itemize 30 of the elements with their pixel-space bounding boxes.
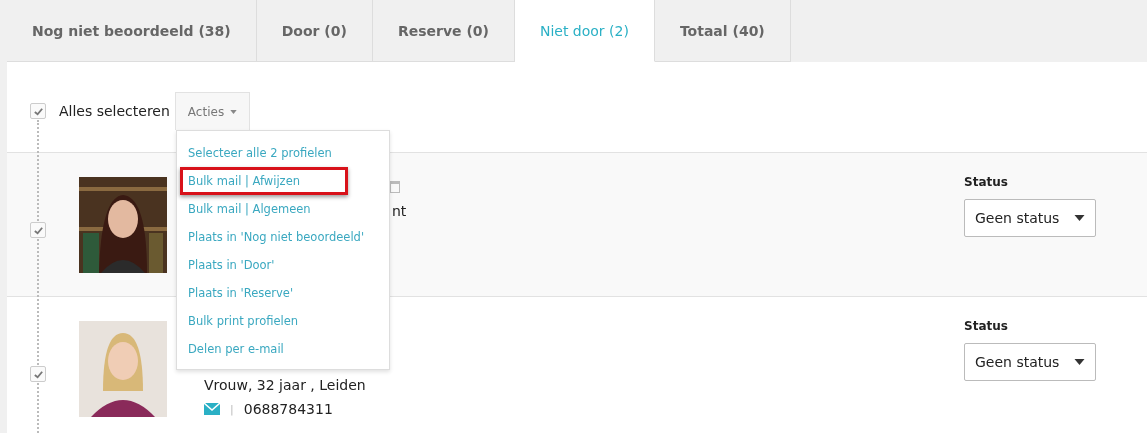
menu-item[interactable]: Selecteer alle 2 profielen [177,139,389,167]
checkbox[interactable] [30,222,46,238]
select-all-label: Alles selecteren [59,103,170,119]
status-dropdown[interactable]: Geen status [964,343,1096,381]
menu-item[interactable]: Plaats in 'Reserve' [177,279,389,307]
candidate-details: Vrouw, 32 jaar , Leiden [204,377,367,393]
status-label: Status [964,175,1009,189]
caret-icon [1074,359,1085,365]
mail-icon[interactable] [204,403,220,415]
menu-item[interactable]: Plaats in 'Nog niet beoordeeld' [177,223,389,251]
status-dropdown[interactable]: Geen status [964,199,1096,237]
menu-item[interactable]: Bulk print profielen [177,307,389,335]
menu-item[interactable]: Plaats in 'Door' [177,251,389,279]
checkbox[interactable] [30,103,46,119]
menu-item[interactable]: Delen per e-mail [177,335,389,363]
check-icon [32,224,44,236]
check-icon [32,368,44,380]
status-label: Status [964,319,1009,333]
check-icon [32,105,44,117]
candidate-details: nt [392,203,408,219]
actions-button[interactable]: Acties [174,92,251,130]
caret-icon [1074,215,1085,221]
caret-icon [230,109,238,114]
separator: | [230,402,234,416]
menu-item[interactable]: Bulk mail | Algemeen [177,195,389,223]
calendar-icon [390,181,400,193]
checkbox[interactable] [30,366,46,382]
tab[interactable]: Niet door (2) [514,0,655,62]
menu-item[interactable]: Bulk mail | Afwijzen [180,167,348,195]
phone-number: 0688784311 [243,401,333,417]
